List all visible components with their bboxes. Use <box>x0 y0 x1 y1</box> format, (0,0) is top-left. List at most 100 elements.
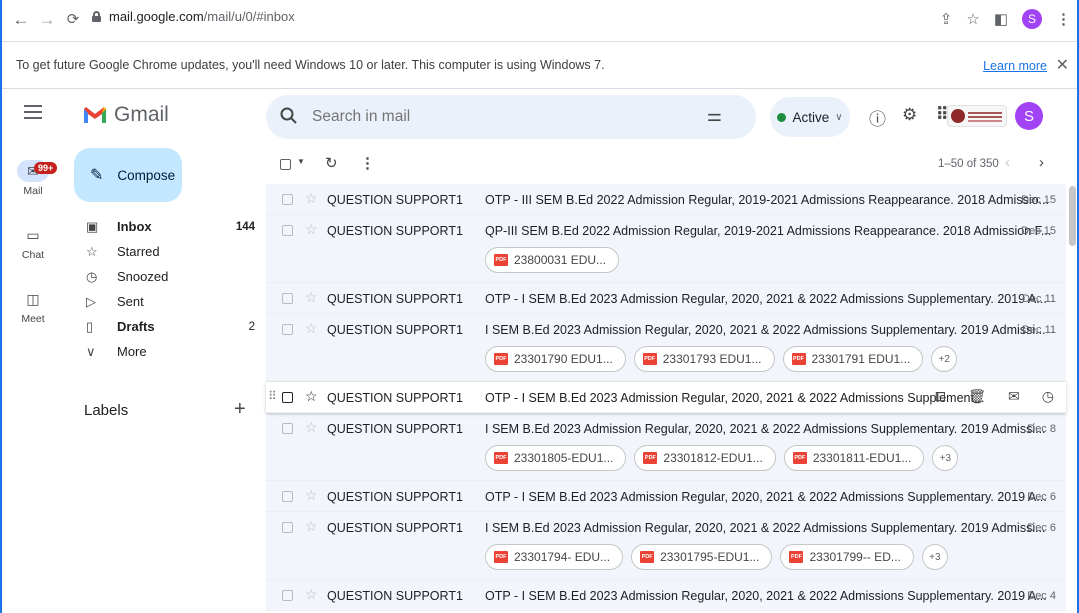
close-icon[interactable]: ✕ <box>1056 55 1069 75</box>
mail-row-hovered[interactable]: ⠿ ☆ QUESTION SUPPORT1 OTP - I SEM B.Ed 2… <box>266 382 1066 413</box>
row-checkbox[interactable] <box>282 225 293 236</box>
attachment-chip[interactable]: PDF 23301805-EDU1... <box>485 445 627 471</box>
settings-gear-icon[interactable]: ⚙ <box>902 105 917 125</box>
search-icon[interactable] <box>280 107 298 130</box>
row-checkbox[interactable] <box>282 522 293 533</box>
star-icon[interactable]: ☆ <box>305 320 318 337</box>
snooze-icon[interactable]: ◷ <box>1042 388 1054 405</box>
refresh-icon[interactable]: ↻ <box>325 154 338 172</box>
star-icon[interactable]: ☆ <box>305 388 318 405</box>
sidebar-item-sent[interactable]: ▷ Sent <box>72 289 257 314</box>
attachment-chip[interactable]: PDF 23800031 EDU... <box>485 247 620 273</box>
select-options-caret-icon[interactable]: ▼ <box>297 157 305 166</box>
rail-chat[interactable]: ▭ Chat <box>2 224 64 278</box>
mail-row[interactable]: ☆ QUESTION SUPPORT1 QP-III SEM B.Ed 2022… <box>266 215 1066 283</box>
drafts-count: 2 <box>248 320 255 333</box>
scrollbar-thumb[interactable] <box>1069 186 1076 246</box>
learn-more-link[interactable]: Learn more <box>983 59 1047 73</box>
sidebar-item-drafts[interactable]: ▯ Drafts 2 <box>72 314 257 339</box>
attachment-chip[interactable]: PDF 23301794- EDU... <box>485 544 624 570</box>
star-icon[interactable]: ☆ <box>305 419 318 436</box>
next-page-icon[interactable]: › <box>1039 154 1044 171</box>
attachment-chip[interactable]: PDF 23301793 EDU1... <box>633 346 775 372</box>
browser-menu-icon[interactable]: ⋮ <box>1056 10 1071 28</box>
sidebar-item-inbox[interactable]: ▣ Inbox 144 <box>72 214 257 239</box>
row-checkbox[interactable] <box>282 324 293 335</box>
url-path: /mail/u/0/#inbox <box>203 9 295 24</box>
attachment-chip[interactable]: PDF 23301790 EDU1... <box>485 346 626 372</box>
rail-meet[interactable]: ◫ Meet <box>2 288 64 342</box>
mail-subject: OTP - I SEM B.Ed 2023 Admission Regular,… <box>485 490 1047 504</box>
star-icon[interactable]: ☆ <box>305 289 318 306</box>
archive-icon[interactable]: ⊡ <box>935 388 947 405</box>
star-icon[interactable]: ☆ <box>305 586 318 603</box>
status-dropdown[interactable]: Active ∨ <box>770 97 850 137</box>
row-checkbox[interactable] <box>282 293 293 304</box>
more-options-icon[interactable]: ⋮ <box>360 154 375 172</box>
search-bar[interactable]: ⚌ <box>266 95 756 139</box>
chat-icon: ▭ <box>26 227 40 243</box>
help-icon[interactable]: ⓘ <box>869 105 886 130</box>
mail-row[interactable]: ☆ QUESTION SUPPORT1 OTP - I SEM B.Ed 202… <box>266 580 1066 611</box>
mark-unread-icon[interactable]: ✉ <box>1008 388 1020 405</box>
profile-avatar[interactable]: S <box>1022 9 1042 29</box>
delete-icon[interactable]: 🗑 <box>968 388 986 405</box>
address-bar[interactable]: mail.google.com/mail/u/0/#inbox <box>92 9 295 24</box>
mail-row[interactable]: ☆ QUESTION SUPPORT1 OTP - III SEM B.Ed 2… <box>266 184 1066 215</box>
rail-mail[interactable]: ✉ 99+ Mail <box>2 160 64 214</box>
side-panel-icon[interactable]: ◧ <box>994 10 1008 28</box>
drag-handle-icon[interactable]: ⠿ <box>268 389 277 403</box>
reload-icon[interactable]: ⟳ <box>62 10 84 28</box>
attachment-chip[interactable]: PDF 23301795-EDU1... <box>631 544 773 570</box>
more-attachments-badge[interactable]: +3 <box>921 544 948 570</box>
star-icon[interactable]: ☆ <box>305 190 318 207</box>
sidebar-item-starred[interactable]: ☆ Starred <box>72 239 257 264</box>
back-arrow-icon[interactable]: ← <box>10 10 32 30</box>
mail-sender: QUESTION SUPPORT1 <box>327 521 463 535</box>
sidebar-item-label: Inbox <box>117 219 152 234</box>
attachment-chip[interactable]: PDF 23301799-- ED... <box>780 544 914 570</box>
mail-date: Dec 11 <box>1021 293 1056 305</box>
mail-row[interactable]: ☆ QUESTION SUPPORT1 I SEM B.Ed 2023 Admi… <box>266 413 1066 481</box>
attachment-name: 23301794- EDU... <box>514 550 611 564</box>
compose-button[interactable]: ✎ Compose <box>74 148 182 202</box>
mail-list-scrollbar[interactable] <box>1068 184 1076 613</box>
page-count: 1–50 of 350 <box>938 158 999 170</box>
star-icon[interactable]: ☆ <box>305 518 318 535</box>
more-attachments-badge[interactable]: +3 <box>932 445 959 471</box>
search-input[interactable] <box>312 108 612 126</box>
row-checkbox[interactable] <box>282 491 293 502</box>
organization-logo[interactable] <box>947 105 1007 127</box>
attachment-chip[interactable]: PDF 23301812-EDU1... <box>634 445 776 471</box>
more-attachments-badge[interactable]: +2 <box>931 346 958 372</box>
mail-row[interactable]: ☆ QUESTION SUPPORT1 OTP - I SEM B.Ed 202… <box>266 481 1066 512</box>
row-checkbox[interactable] <box>282 590 293 601</box>
row-checkbox[interactable] <box>282 423 293 434</box>
bookmark-star-icon[interactable]: ☆ <box>966 10 979 28</box>
add-label-icon[interactable]: + <box>234 398 246 421</box>
row-checkbox[interactable] <box>282 194 293 205</box>
account-avatar[interactable]: S <box>1015 102 1043 130</box>
select-all-checkbox[interactable] <box>280 159 291 170</box>
search-options-icon[interactable]: ⚌ <box>707 106 722 126</box>
pdf-icon: PDF <box>643 452 658 464</box>
mail-date: Dec 6 <box>1027 522 1056 534</box>
star-icon[interactable]: ☆ <box>305 221 318 238</box>
attachment-chip[interactable]: PDF 23301791 EDU1... <box>782 346 924 372</box>
sidebar-item-more[interactable]: ∨ More <box>72 339 257 364</box>
browser-toolbar: ← → ⟳ mail.google.com/mail/u/0/#inbox ⇪ … <box>2 0 1077 42</box>
mail-row[interactable]: ☆ QUESTION SUPPORT1 I SEM B.Ed 2023 Admi… <box>266 314 1066 382</box>
row-checkbox[interactable] <box>282 392 293 403</box>
mail-row[interactable]: ☆ QUESTION SUPPORT1 I SEM B.Ed 2023 Admi… <box>266 512 1066 580</box>
sidebar-item-snoozed[interactable]: ◷ Snoozed <box>72 264 257 289</box>
prev-page-icon[interactable]: ‹ <box>1005 154 1010 171</box>
lock-icon <box>92 11 101 22</box>
mail-row[interactable]: ☆ QUESTION SUPPORT1 OTP - I SEM B.Ed 202… <box>266 283 1066 314</box>
mail-subject: I SEM B.Ed 2023 Admission Regular, 2020,… <box>485 422 1046 436</box>
forward-arrow-icon[interactable]: → <box>36 10 58 30</box>
share-icon[interactable]: ⇪ <box>940 10 953 28</box>
main-menu-icon[interactable] <box>24 105 42 123</box>
attachment-chip[interactable]: PDF 23301811-EDU1... <box>783 445 925 471</box>
star-icon[interactable]: ☆ <box>305 487 318 504</box>
gmail-logo[interactable]: Gmail <box>82 103 169 127</box>
